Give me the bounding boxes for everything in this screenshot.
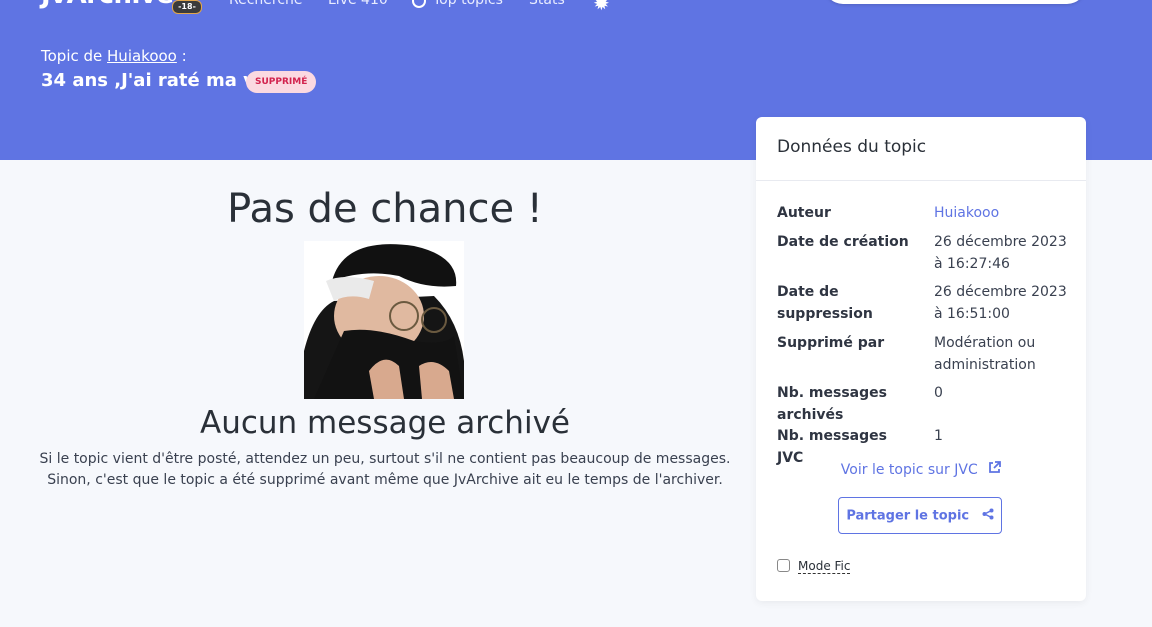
share-topic-button[interactable]: Partager le topic [838, 497, 1002, 534]
value-jvc-count: 1 [934, 428, 943, 444]
bad-luck-heading: Pas de chance ! [227, 186, 543, 232]
fic-mode-label: Mode Fic [798, 558, 851, 574]
brand-logo[interactable]: JvArchive [41, 0, 174, 10]
card-title: Données du topic [777, 137, 927, 157]
topic-author-line: Topic de Huiakooo : [41, 47, 187, 65]
value-deleted-by: Modération ou administration [934, 335, 1036, 373]
nav-link-live[interactable]: Live 410 [328, 0, 388, 8]
empty-desc-line1: Si le topic vient d'être posté, attendez… [39, 451, 731, 467]
nav-link-recherche[interactable]: Recherche [229, 0, 303, 8]
share-icon [982, 508, 994, 524]
view-on-jvc-link[interactable]: Voir le topic sur JVC [756, 461, 1086, 478]
value-archived-count: 0 [934, 385, 943, 401]
nav-link-stats[interactable]: Stats [529, 0, 565, 8]
empty-state-title: Aucun message archivé [199, 405, 570, 441]
page-title: 34 ans ,J'ai raté ma vie [41, 70, 274, 91]
nav-link-top-topics[interactable]: Top topics [433, 0, 503, 8]
author-link[interactable]: Huiakooo [107, 47, 177, 65]
sticker-image [304, 241, 464, 399]
value-creation-date: 26 décembre 2023 à 16:27:46 [934, 234, 1067, 272]
status-badge: SUPPRIMÉ [246, 71, 317, 93]
value-author[interactable]: Huiakooo [934, 202, 1074, 224]
fic-mode-checkbox[interactable] [777, 559, 790, 572]
external-link-icon [988, 461, 1002, 478]
topic-of-label: Topic de [41, 47, 103, 65]
label-deletion-date: Date de suppression [777, 284, 873, 322]
label-creation-date: Date de création [777, 234, 909, 250]
fic-mode-toggle[interactable]: Mode Fic [777, 558, 851, 574]
theme-toggle-icon[interactable]: ✹ [593, 0, 610, 15]
card-header: Données du topic [756, 117, 1086, 181]
label-author: Auteur [777, 205, 831, 221]
value-deletion-date: 26 décembre 2023 à 16:51:00 [934, 284, 1067, 322]
label-deleted-by: Supprimé par [777, 335, 885, 351]
age-badge: -18- [172, 0, 202, 14]
empty-desc-line2: Sinon, c'est que le topic a été supprimé… [47, 472, 723, 488]
share-topic-label: Partager le topic [846, 508, 970, 523]
view-on-jvc-label[interactable]: Voir le topic sur JVC [841, 462, 978, 478]
topic-data-card: Données du topic Auteur Huiakooo Date de… [756, 117, 1086, 601]
top-topics-icon [412, 0, 426, 8]
empty-state-description: Si le topic vient d'être posté, attendez… [0, 449, 770, 491]
label-archived-count: Nb. messages archivés [777, 385, 887, 423]
navbar: JvArchive -18- Recherche Live 410 Top to… [0, 0, 1152, 16]
search-box [824, 0, 1086, 4]
colon: : [176, 47, 187, 65]
